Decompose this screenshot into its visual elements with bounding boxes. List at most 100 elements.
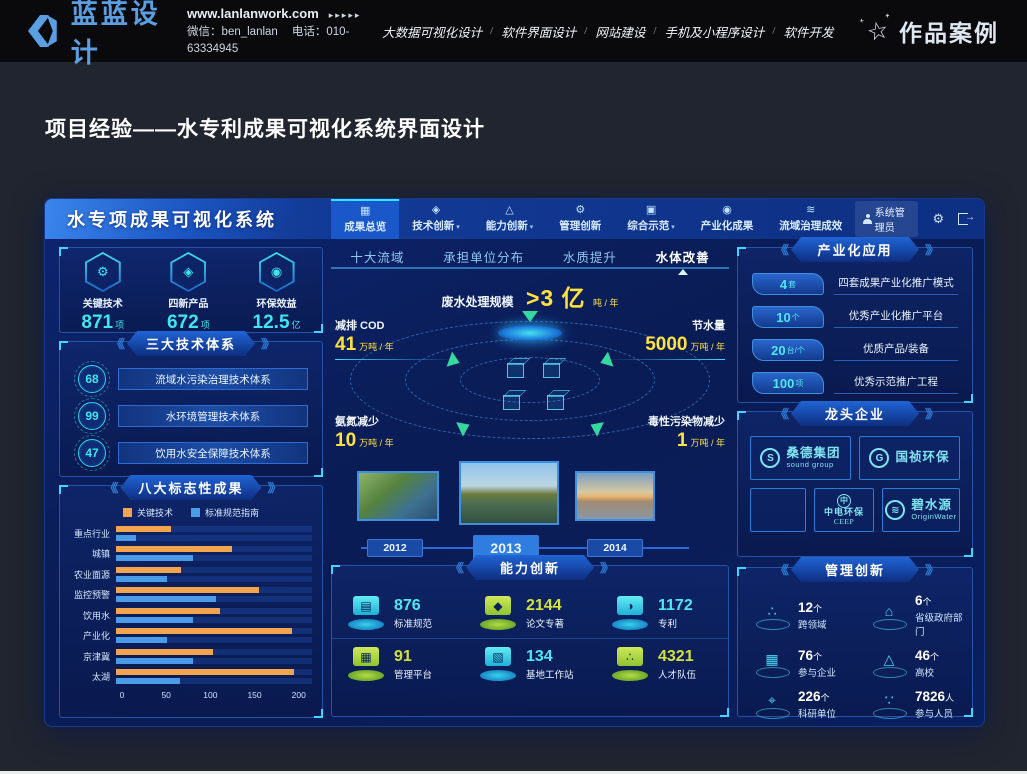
logo-empty[interactable] [750, 488, 806, 532]
bar-关键技术 [116, 567, 181, 573]
service-link-bigdata[interactable]: 大数据可视化设计 [382, 22, 482, 41]
stat-papers: ◆ 2144 论文专著 [464, 588, 596, 638]
bar-track [116, 587, 312, 593]
settings-gear-icon[interactable]: ⚙ [932, 211, 944, 227]
logout-icon[interactable] [958, 213, 968, 225]
stat-env-benefit: ◉ 环保效益 12.5亿 [253, 252, 301, 332]
nav-item-tech-innovation[interactable]: ◈ 技术创新▾ [399, 199, 473, 239]
dashboard-title: 水专项成果可视化系统 [45, 199, 303, 239]
industrial-row[interactable]: 100项 优秀示范推广工程 [752, 372, 958, 394]
ceep-icon: 中 [837, 494, 851, 508]
photo-2012-wetland [357, 471, 439, 521]
originwater-icon: ≋ [885, 500, 905, 520]
service-link-dev[interactable]: 软件开发 [783, 22, 833, 41]
stat-new-products: ◈ 四新产品 672项 [167, 252, 210, 332]
dashboard-header: 水专项成果可视化系统 ▦ 成果总览 ◈ 技术创新▾ △ 能力创新▾ ⚙ 管理创新… [45, 199, 984, 239]
kpi-ammonia-reduction: 氨氮减少 10万吨 / 年 [335, 413, 455, 453]
user-icon [863, 214, 869, 224]
user-account[interactable]: 系统管理员 [855, 201, 918, 237]
stat-workstations: ▧ 134 基地工作站 [464, 638, 596, 689]
graduation-icon: ◆ [478, 596, 518, 630]
chevron-down-icon: ▾ [671, 224, 675, 231]
management-header: 《《 管理创新 》》 [738, 557, 972, 582]
left-column: ⚙ 关键技术 871项 ◈ 四新产品 672项 ◉ 环保效益 12.5亿 《《 … [59, 245, 323, 718]
bar-关键技术 [116, 608, 220, 614]
service-link-mobile[interactable]: 手机及小程序设计 [664, 22, 764, 41]
chart-category-label: 太湖 [66, 670, 116, 683]
bar-标准规范指南 [116, 658, 193, 664]
enterprises-header: 《《 龙头企业 》》 [738, 401, 972, 426]
nav-item-industrialization[interactable]: ◉ 产业化成果 [688, 199, 767, 239]
globe-visualization: 减排 COD 41万吨 / 年 节水量 5000万吨 / 年 氨氮减少 10万吨… [331, 311, 729, 449]
tab-water-quality[interactable]: 水质提升 [559, 247, 621, 266]
site-header: 蓝蓝设计 www.lanlanwork.com▸▸▸▸▸ 微信：ben_lanl… [0, 0, 1027, 62]
chart-row: 太湖 [66, 667, 312, 688]
capability-panel: 《《 能力创新 》》 ▤ 876 标准规范 ◆ 2144 论文专著 ◑ 1172 [331, 565, 729, 717]
header-right: 系统管理员 ⚙ [855, 199, 984, 239]
stat-patents: ◑ 1172 专利 [596, 588, 728, 638]
logo-sound-group[interactable]: S 桑德集团 sound group [750, 436, 851, 480]
legend-swatch-icon [123, 508, 132, 517]
guozhen-icon: G [869, 448, 889, 468]
achievements-bar-chart: 重点行业城镇农业面源监控预警饮用水产业化京津冀太湖 [66, 523, 312, 687]
bar-track [116, 555, 312, 561]
bar-track [116, 546, 312, 552]
center-tabs: 十大流域 承担单位分布 水质提升 水体改善 [331, 245, 729, 269]
separator: / [653, 25, 656, 37]
tech-system-row[interactable]: 47 饮用水安全保障技术体系 [74, 439, 308, 467]
kpi-cod-reduction: 减排 COD 41万吨 / 年 [335, 317, 455, 360]
nav-item-overview[interactable]: ▦ 成果总览 [331, 199, 399, 239]
logo-ceep[interactable]: 中 中电环保 CEEP [814, 488, 874, 532]
triangle-icon: △ [505, 205, 513, 216]
tech-system-row[interactable]: 99 水环境管理技术体系 [74, 402, 308, 430]
separator: / [584, 25, 587, 37]
industrial-row[interactable]: 10个 优秀产业化推广平台 [752, 306, 958, 328]
legend-item: 关键技术 [123, 506, 173, 519]
portfolio-link[interactable]: ☆++ 作品案例 [867, 14, 999, 48]
industrial-panel: 《《 产业化应用 》》 4套 四套成果产业化推广模式 10个 优秀产业化推广平台… [737, 247, 973, 403]
gear-hex-icon: ⚙ [85, 252, 121, 292]
bar-标准规范指南 [116, 555, 193, 561]
industrial-row[interactable]: 4套 四套成果产业化推广模式 [752, 273, 958, 295]
chart-row: 农业面源 [66, 564, 312, 585]
left-deco-icon: 《《 [775, 241, 785, 258]
photo-2014-sunset [575, 471, 655, 521]
tech-system-row[interactable]: 68 流域水污染治理技术体系 [74, 365, 308, 393]
nav-item-demonstration[interactable]: ▣ 综合示范▾ [614, 199, 688, 239]
left-deco-icon: 《《 [104, 479, 114, 496]
lanlan-logo-icon [28, 11, 61, 51]
sound-group-icon: S [760, 448, 780, 468]
stat-gov-departments: ⌂ 6个 省级政府部门 [855, 588, 972, 643]
contact-info: www.lanlanwork.com▸▸▸▸▸ 微信：ben_lanlan电话：… [187, 4, 364, 58]
nav-item-capability-innovation[interactable]: △ 能力创新▾ [473, 199, 547, 239]
enterprises-panel: 《《 龙头企业 》》 S 桑德集团 sound group G 国祯环保 中 中… [737, 411, 973, 557]
key-stats-panel: ⚙ 关键技术 871项 ◈ 四新产品 672项 ◉ 环保效益 12.5亿 [59, 247, 323, 333]
tab-water-improvement[interactable]: 水体改善 [652, 247, 714, 266]
right-deco-icon: 》》 [925, 561, 935, 578]
tab-unit-distribution[interactable]: 承担单位分布 [439, 247, 528, 266]
wechat-label: 微信：ben_lanlan [187, 26, 278, 38]
left-deco-icon: 《《 [111, 335, 121, 352]
chart-row: 城镇 [66, 544, 312, 565]
nav-item-management-innovation[interactable]: ⚙ 管理创新 [546, 199, 614, 239]
right-deco-icon: 》》 [268, 479, 278, 496]
chevron-down-icon: ▾ [456, 224, 460, 231]
tab-ten-basins[interactable]: 十大流域 [346, 247, 408, 266]
network-icon: ∴ [754, 600, 790, 630]
photo-2013-lake [459, 461, 559, 525]
logo-originwater[interactable]: ≋ 碧水源 OriginWater [882, 488, 960, 532]
user-name: 系统管理员 [875, 204, 911, 234]
cube-icon [547, 395, 564, 410]
nav-item-basin-governance[interactable]: ≋ 流域治理成效 [766, 199, 855, 239]
capability-grid: ▤ 876 标准规范 ◆ 2144 论文专著 ◑ 1172 专利 ▦ 91 [332, 588, 728, 689]
service-link-web[interactable]: 网站建设 [595, 22, 645, 41]
industrial-row[interactable]: 20台/个 优质产品/装备 [752, 339, 958, 361]
service-link-ui[interactable]: 软件界面设计 [501, 22, 576, 41]
chart-row: 监控预警 [66, 585, 312, 606]
site-logo[interactable]: 蓝蓝设计 [28, 0, 169, 70]
logo-guozhen[interactable]: G 国祯环保 [859, 436, 960, 480]
site-url[interactable]: www.lanlanwork.com [187, 6, 319, 21]
axis-tick-label: 150 [247, 690, 261, 700]
bar-关键技术 [116, 628, 292, 634]
magic-star-icon: ☆++ [865, 14, 894, 47]
